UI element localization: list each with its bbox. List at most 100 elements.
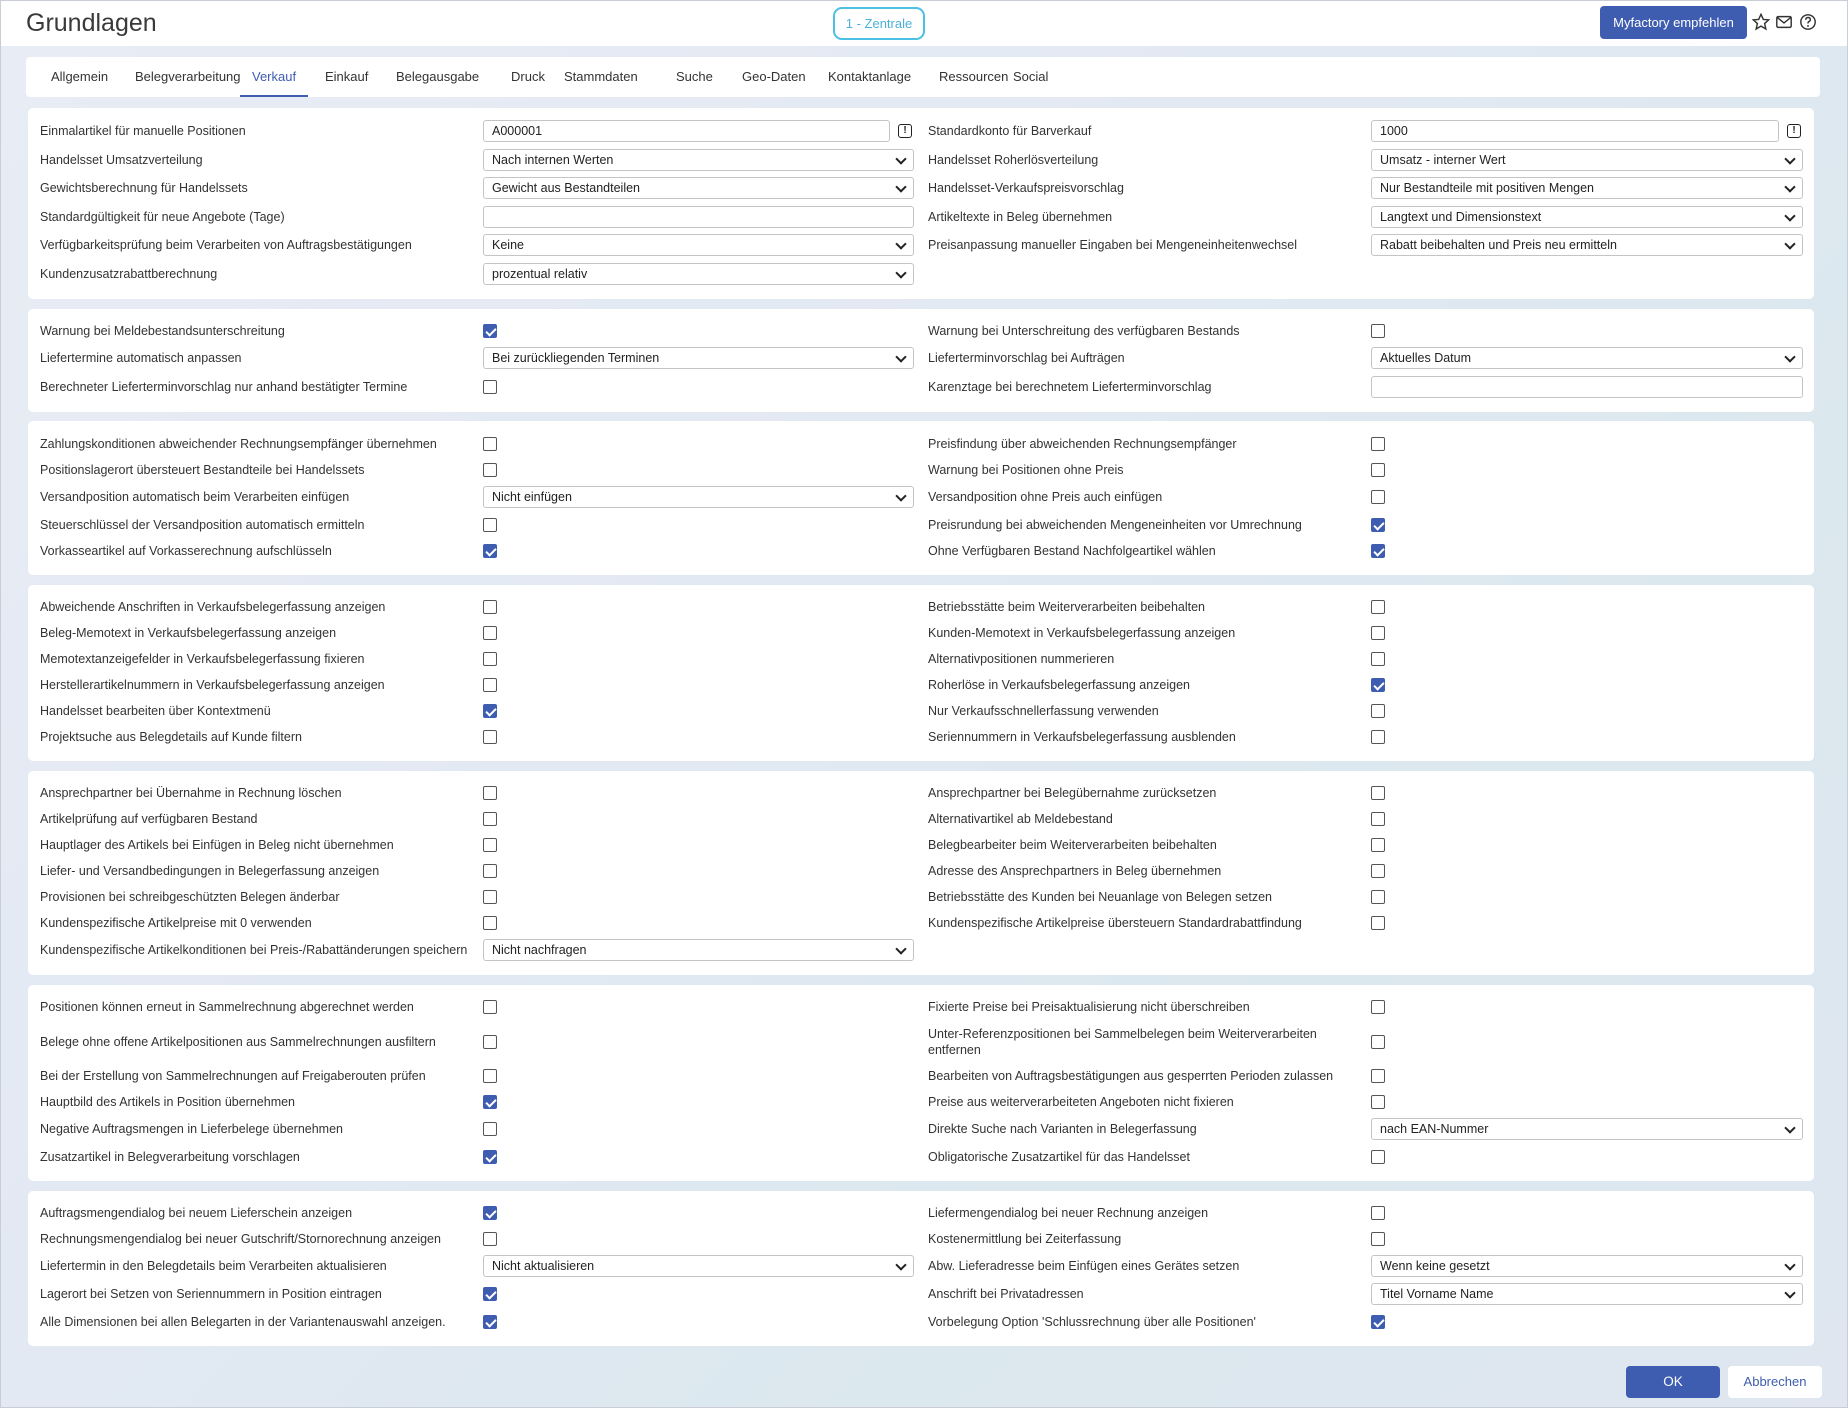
select-artikeltexte-in-beleg-uebernehmen[interactable]: Langtext und Dimensionstext [1371,206,1803,228]
select-kundenspezifische-artikelkonditionen-bei-preis-r[interactable]: Nicht nachfragen [483,939,914,961]
checkbox-preise-aus-weiterverarbeiteten-angeboten-nicht-f[interactable] [1371,1095,1385,1109]
star-icon[interactable] [1752,13,1770,31]
checkbox-artikelpruefung-auf-verfuegbaren-bestand[interactable] [483,812,497,826]
checkbox-preisrundung-bei-abweichenden-mengeneinheiten-vo[interactable] [1371,518,1385,532]
checkbox-projektsuche-aus-belegdetails-auf-kunde-filtern[interactable] [483,730,497,744]
tab-belegausgabe[interactable]: Belegausgabe [384,57,491,97]
tab-druck[interactable]: Druck [499,57,557,97]
checkbox-bearbeiten-von-auftragsbestaetigungen-aus-gesper[interactable] [1371,1069,1385,1083]
label-beleg-memotext-in-verkaufsbelegerfassung-anzeige: Beleg-Memotext in Verkaufsbelegerfassung… [40,626,337,640]
select-handelsset-umsatzverteilung[interactable]: Nach internen Werten [483,149,914,171]
checkbox-preisfindung-ueber-abweichenden-rechnungsempfaen[interactable] [1371,437,1385,451]
checkbox-vorbelegung-option-schlussrechnung-ueber-alle-po[interactable] [1371,1315,1385,1329]
checkbox-memotextanzeigefelder-in-verkaufsbelegerfassung-[interactable] [483,652,497,666]
select-anschrift-bei-privatadressen[interactable]: Titel Vorname Name [1371,1283,1803,1305]
select-abw-lieferadresse-beim-einfuegen-eines-geraetes-[interactable]: Wenn keine gesetzt [1371,1255,1803,1277]
select-liefertermine-automatisch-anpassen[interactable]: Bei zurückliegenden Terminen [483,347,914,369]
tab-belegverarbeitung[interactable]: Belegverarbeitung [123,57,253,97]
checkbox-abweichende-anschriften-in-verkaufsbelegerfassun[interactable] [483,600,497,614]
tab-allgemein[interactable]: Allgemein [39,57,120,97]
label-betriebsstaette-des-kunden-bei-neuanlage-von-bel: Betriebsstätte des Kunden bei Neuanlage … [928,890,1272,904]
tab-suche[interactable]: Suche [664,57,725,97]
input-einmalartikel-fuer-manuelle-positionen[interactable]: A000001 [483,120,890,142]
checkbox-ansprechpartner-bei-beleguebernahme-zuruecksetze[interactable] [1371,786,1385,800]
label-alternativartikel-ab-meldebestand: Alternativartikel ab Meldebestand [928,812,1113,826]
select-lieferterminvorschlag-bei-auftraegen[interactable]: Aktuelles Datum [1371,347,1803,369]
recommend-button[interactable]: Myfactory empfehlen [1600,6,1747,39]
checkbox-vorkasseartikel-auf-vorkasserechnung-aufschluess[interactable] [483,544,497,558]
checkbox-obligatorische-zusatzartikel-fuer-das-handelsset[interactable] [1371,1150,1385,1164]
checkbox-berechneter-lieferterminvorschlag-nur-anhand-bes[interactable] [483,380,497,394]
checkbox-hauptbild-des-artikels-in-position-uebernehmen[interactable] [483,1095,497,1109]
checkbox-zahlungskonditionen-abweichender-rechnungsempfae[interactable] [483,437,497,451]
company-selector[interactable]: 1 - Zentrale [833,7,925,40]
info-icon[interactable]: ! [1787,124,1801,138]
checkbox-liefer-und-versandbedingungen-in-belegerfassung-[interactable] [483,864,497,878]
tab-verkauf[interactable]: Verkauf [240,57,309,97]
checkbox-liefermengendialog-bei-neuer-rechnung-anzeigen[interactable] [1371,1206,1385,1220]
checkbox-rechnungsmengendialog-bei-neuer-gutschrift-storn[interactable] [483,1232,497,1246]
checkbox-herstellerartikelnummern-in-verkaufsbelegerfassu[interactable] [483,678,497,692]
checkbox-fixierte-preise-bei-preisaktualisierung-nicht-ue[interactable] [1371,1000,1385,1014]
checkbox-lagerort-bei-setzen-von-seriennummern-in-positio[interactable] [483,1287,497,1301]
checkbox-kostenermittlung-bei-zeiterfassung[interactable] [1371,1232,1385,1246]
checkbox-belege-ohne-offene-artikelpositionen-aus-sammelr[interactable] [483,1035,497,1049]
checkbox-seriennummern-in-verkaufsbelegerfassung-ausblend[interactable] [1371,730,1385,744]
checkbox-provisionen-bei-schreibgeschuetzten-belegen-aend[interactable] [483,890,497,904]
checkbox-versandposition-ohne-preis-auch-einfuegen[interactable] [1371,490,1385,504]
tab-geo-daten[interactable]: Geo-Daten [730,57,818,97]
tab-kontaktanlage[interactable]: Kontaktanlage [816,57,923,97]
checkbox-negative-auftragsmengen-in-lieferbelege-ueberneh[interactable] [483,1122,497,1136]
tab-social[interactable]: Social [1001,57,1060,97]
select-preisanpassung-manueller-eingaben-bei-mengeneinh[interactable]: Rabatt beibehalten und Preis neu ermitte… [1371,234,1803,256]
checkbox-alternativpositionen-nummerieren[interactable] [1371,652,1385,666]
checkbox-adresse-des-ansprechpartners-in-beleg-uebernehme[interactable] [1371,864,1385,878]
input-standardgueltigkeit-fuer-neue-angebote-tage[interactable] [483,206,914,228]
info-icon[interactable]: ! [898,124,912,138]
input-karenztage-bei-berechnetem-lieferterminvorschlag[interactable] [1371,376,1803,398]
tab-stammdaten[interactable]: Stammdaten [552,57,650,97]
checkbox-betriebsstaette-des-kunden-bei-neuanlage-von-bel[interactable] [1371,890,1385,904]
select-versandposition-automatisch-beim-verarbeiten-ein[interactable]: Nicht einfügen [483,486,914,508]
select-liefertermin-in-den-belegdetails-beim-verarbeite[interactable]: Nicht aktualisieren [483,1255,914,1277]
checkbox-positionslagerort-uebersteuert-bestandteile-bei-[interactable] [483,463,497,477]
select-direkte-suche-nach-varianten-in-belegerfassung[interactable]: nach EAN-Nummer [1371,1118,1803,1140]
checkbox-handelsset-bearbeiten-ueber-kontextmenue[interactable] [483,704,497,718]
cancel-button[interactable]: Abbrechen [1728,1366,1822,1398]
tab-einkauf[interactable]: Einkauf [313,57,380,97]
checkbox-zusatzartikel-in-belegverarbeitung-vorschlagen[interactable] [483,1150,497,1164]
select-handelsset-verkaufspreisvorschlag[interactable]: Nur Bestandteile mit positiven Mengen [1371,177,1803,199]
help-icon[interactable] [1799,13,1817,31]
checkbox-positionen-koennen-erneut-in-sammelrechnung-abge[interactable] [483,1000,497,1014]
checkbox-bei-der-erstellung-von-sammelrechnungen-auf-frei[interactable] [483,1069,497,1083]
select-gewichtsberechnung-fuer-handelssets[interactable]: Gewicht aus Bestandteilen [483,177,914,199]
mail-icon[interactable] [1775,13,1793,31]
select-kundenzusatzrabattberechnung[interactable]: prozentual relativ [483,263,914,285]
checkbox-warnung-bei-unterschreitung-des-verfuegbaren-bes[interactable] [1371,324,1385,338]
label-liefermengendialog-bei-neuer-rechnung-anzeigen: Liefermengendialog bei neuer Rechnung an… [928,1206,1209,1220]
checkbox-unter-referenzpositionen-bei-sammelbelegen-beim-[interactable] [1371,1035,1385,1049]
checkbox-ohne-verfuegbaren-bestand-nachfolgeartikel-waehl[interactable] [1371,544,1385,558]
label-belege-ohne-offene-artikelpositionen-aus-sammelr: Belege ohne offene Artikelpositionen aus… [40,1035,436,1049]
checkbox-roherloese-in-verkaufsbelegerfassung-anzeigen[interactable] [1371,678,1385,692]
checkbox-ansprechpartner-bei-uebernahme-in-rechnung-loesc[interactable] [483,786,497,800]
checkbox-nur-verkaufsschnellerfassung-verwenden[interactable] [1371,704,1385,718]
checkbox-kunden-memotext-in-verkaufsbelegerfassung-anzeig[interactable] [1371,626,1385,640]
checkbox-steuerschluessel-der-versandposition-automatisch[interactable] [483,518,497,532]
label-versandposition-automatisch-beim-verarbeiten-ein: Versandposition automatisch beim Verarbe… [40,490,350,504]
checkbox-alle-dimensionen-bei-allen-belegarten-in-der-var[interactable] [483,1315,497,1329]
checkbox-betriebsstaette-beim-weiterverarbeiten-beibehalt[interactable] [1371,600,1385,614]
checkbox-warnung-bei-meldebestandsunterschreitung[interactable] [483,324,497,338]
checkbox-belegbearbeiter-beim-weiterverarbeiten-beibehalt[interactable] [1371,838,1385,852]
checkbox-kundenspezifische-artikelpreise-mit-0-verwenden[interactable] [483,916,497,930]
ok-button[interactable]: OK [1626,1366,1720,1398]
checkbox-kundenspezifische-artikelpreise-uebersteuern-sta[interactable] [1371,916,1385,930]
select-handelsset-roherloesverteilung[interactable]: Umsatz - interner Wert [1371,149,1803,171]
checkbox-warnung-bei-positionen-ohne-preis[interactable] [1371,463,1385,477]
checkbox-alternativartikel-ab-meldebestand[interactable] [1371,812,1385,826]
select-verfuegbarkeitspruefung-beim-verarbeiten-von-auf[interactable]: Keine [483,234,914,256]
checkbox-beleg-memotext-in-verkaufsbelegerfassung-anzeige[interactable] [483,626,497,640]
checkbox-auftragsmengendialog-bei-neuem-lieferschein-anze[interactable] [483,1206,497,1220]
input-standardkonto-fuer-barverkauf[interactable]: 1000 [1371,120,1779,142]
checkbox-hauptlager-des-artikels-bei-einfuegen-in-beleg-n[interactable] [483,838,497,852]
